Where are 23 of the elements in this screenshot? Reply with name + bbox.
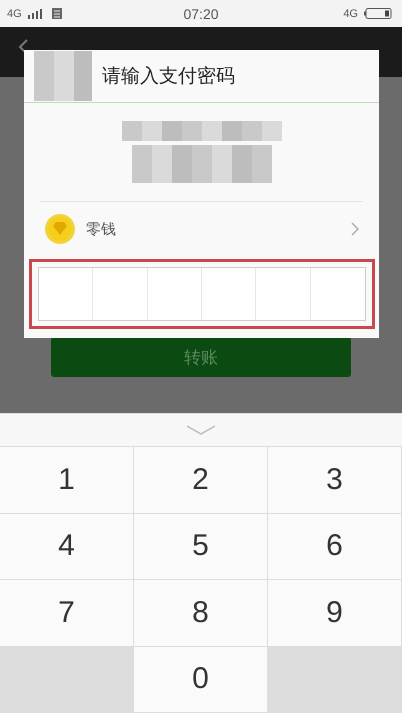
dialog-title: 请输入支付密码 (102, 64, 235, 89)
password-field[interactable] (38, 267, 366, 321)
redaction (34, 51, 92, 101)
network-type: 4G (7, 8, 22, 20)
keypad-key[interactable]: 7 (0, 580, 134, 646)
battery-icon (364, 8, 392, 19)
keypad-key[interactable]: 8 (134, 580, 268, 646)
chevron-down-icon[interactable] (186, 425, 216, 435)
keypad-key[interactable]: 9 (268, 580, 402, 646)
clock: 07:20 (183, 6, 219, 22)
network-type: 4G (343, 8, 358, 20)
keypad-key[interactable]: 1 (0, 447, 134, 514)
coin-icon (44, 213, 76, 245)
payment-method-label: 零钱 (86, 220, 117, 238)
keypad-key[interactable]: 5 (134, 514, 268, 580)
keypad-key[interactable]: 6 (268, 514, 402, 580)
keypad-key[interactable]: 2 (134, 447, 268, 514)
payment-method-row[interactable]: 零钱 (24, 202, 379, 256)
keypad-key[interactable]: 3 (268, 447, 402, 514)
keypad-key[interactable]: 0 (134, 646, 268, 713)
chevron-right-icon (351, 222, 359, 236)
keypad-key[interactable]: 4 (0, 514, 134, 580)
sim-card-icon (52, 8, 62, 19)
